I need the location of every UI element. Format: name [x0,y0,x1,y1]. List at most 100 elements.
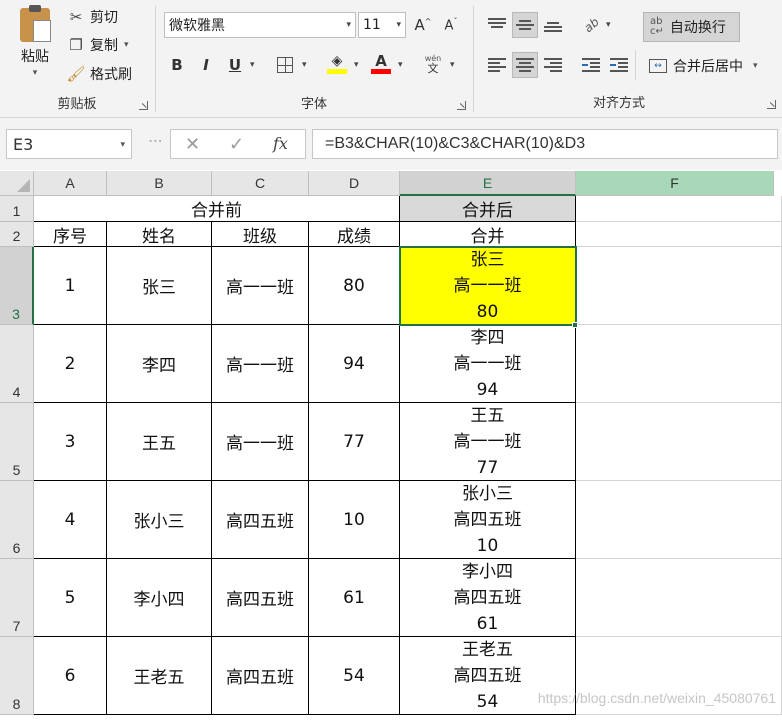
table-cell-name[interactable]: 张三 [107,247,212,325]
table-cell-class[interactable]: 高四五班 [212,559,309,637]
align-bottom-button[interactable] [540,12,566,38]
table-cell-no[interactable]: 3 [34,403,107,481]
align-middle-button[interactable] [512,12,538,38]
merged-header-after[interactable]: 合并后 [400,196,576,222]
table-cell-score[interactable]: 10 [309,481,400,559]
chevron-down-icon[interactable]: ▾ [753,61,758,71]
align-center-button[interactable] [512,52,538,78]
copy-button[interactable]: ❐ 复制 ▾ [66,34,129,56]
column-title-merged[interactable]: 合并 [400,222,576,247]
column-title-name[interactable]: 姓名 [107,222,212,247]
align-right-button[interactable] [540,52,566,78]
font-color-button[interactable]: A [368,50,394,76]
row-header-7[interactable]: 7 [0,559,34,637]
dialog-launcher-icon[interactable] [139,101,148,110]
merge-center-button[interactable]: ↔ 合并后居中 ▾ [643,52,773,80]
bold-button[interactable]: B [164,52,190,78]
row-header-3[interactable]: 3 [0,247,34,325]
align-left-button[interactable] [484,52,510,78]
font-size-select[interactable]: 11 ▾ [358,12,406,38]
column-header-c[interactable]: C [212,171,309,196]
table-cell-score[interactable]: 54 [309,637,400,715]
cell-f6[interactable] [576,481,782,559]
table-cell-no[interactable]: 2 [34,325,107,403]
row-header-5[interactable]: 5 [0,403,34,481]
chevron-down-icon[interactable]: ▾ [398,60,403,70]
table-cell-class[interactable]: 高四五班 [212,637,309,715]
cell-f4[interactable] [576,325,782,403]
table-cell-class[interactable]: 高一一班 [212,403,309,481]
row-header-8[interactable]: 8 [0,637,34,715]
column-title-score[interactable]: 成绩 [309,222,400,247]
cancel-icon[interactable]: ✕ [185,134,200,155]
table-cell-name[interactable]: 张小三 [107,481,212,559]
chevron-down-icon[interactable]: ▾ [302,60,307,70]
chevron-down-icon[interactable]: ▾ [120,140,125,150]
font-name-select[interactable]: 微软雅黑 ▾ [164,12,356,38]
table-cell-merged[interactable]: 张小三 高四五班 10 [400,481,576,559]
row-header-2[interactable]: 2 [0,222,34,247]
cell-f7[interactable] [576,559,782,637]
table-cell-score[interactable]: 94 [309,325,400,403]
row-header-4[interactable]: 4 [0,325,34,403]
chevron-down-icon[interactable]: ▾ [354,60,359,70]
fill-color-button[interactable]: ◈ [324,50,350,76]
table-cell-class[interactable]: 高一一班 [212,325,309,403]
table-cell-no[interactable]: 5 [34,559,107,637]
row-header-6[interactable]: 6 [0,481,34,559]
increase-indent-button[interactable] [606,52,632,78]
table-cell-merged[interactable]: 李四 高一一班 94 [400,325,576,403]
table-cell-class[interactable]: 高一一班 [212,247,309,325]
table-cell-class[interactable]: 高四五班 [212,481,309,559]
table-cell-score[interactable]: 61 [309,559,400,637]
align-top-button[interactable] [484,12,510,38]
chevron-down-icon[interactable]: ▾ [606,20,611,30]
enter-icon[interactable]: ✓ [229,134,244,155]
format-painter-button[interactable]: 🖌 格式刷 [66,63,132,85]
column-header-b[interactable]: B [107,171,212,196]
borders-button[interactable] [272,52,298,78]
dialog-launcher-icon[interactable] [767,100,776,109]
name-box[interactable]: E3 ▾ [6,129,132,159]
cell-f5[interactable] [576,403,782,481]
cut-button[interactable]: ✂ 剪切 [66,6,118,28]
worksheet-grid[interactable]: A B C D E F 1 2 3 4 5 6 7 8 合并前 合并后 序号 姓… [0,171,782,720]
table-cell-name[interactable]: 李四 [107,325,212,403]
chevron-down-icon[interactable]: ▾ [250,60,255,70]
table-cell-score[interactable]: 80 [309,247,400,325]
cell-f2[interactable] [576,222,782,247]
dialog-launcher-icon[interactable] [457,101,466,110]
phonetic-guide-button[interactable]: wén 文 [420,52,446,78]
cell-f1[interactable] [576,196,782,222]
orientation-button[interactable]: ab [578,12,604,38]
table-cell-name[interactable]: 王五 [107,403,212,481]
table-cell-name[interactable]: 李小四 [107,559,212,637]
table-cell-score[interactable]: 77 [309,403,400,481]
wrap-text-button[interactable]: ab c↵ 自动换行 [643,12,740,42]
increase-font-size-button[interactable]: A^ [410,12,436,38]
chevron-down-icon[interactable]: ▾ [450,60,455,70]
decrease-font-size-button[interactable]: Aˇ [438,12,464,38]
table-cell-merged[interactable]: 王五 高一一班 77 [400,403,576,481]
chevron-down-icon[interactable]: ▾ [12,68,58,78]
decrease-indent-button[interactable] [578,52,604,78]
table-cell-merged[interactable]: 张三 高一一班 80 [400,247,576,325]
column-header-f[interactable]: F [576,171,774,196]
column-title-no[interactable]: 序号 [34,222,107,247]
paste-button[interactable]: 粘贴 ▾ [12,4,58,88]
fill-handle[interactable] [572,322,578,328]
column-header-a[interactable]: A [34,171,107,196]
table-cell-no[interactable]: 4 [34,481,107,559]
cell-f3[interactable] [576,247,782,325]
table-cell-name[interactable]: 王老五 [107,637,212,715]
column-header-e[interactable]: E [400,171,576,196]
row-header-1[interactable]: 1 [0,196,34,222]
table-cell-no[interactable]: 1 [34,247,107,325]
merged-header-before[interactable]: 合并前 [34,196,400,222]
table-cell-merged[interactable]: 李小四 高四五班 61 [400,559,576,637]
italic-button[interactable]: I [193,52,219,78]
column-header-d[interactable]: D [309,171,400,196]
chevron-down-icon[interactable]: ▾ [124,40,129,50]
resize-handle-icon[interactable]: ⋮ [147,134,163,146]
formula-input[interactable]: =B3&CHAR(10)&C3&CHAR(10)&D3 [312,129,778,159]
